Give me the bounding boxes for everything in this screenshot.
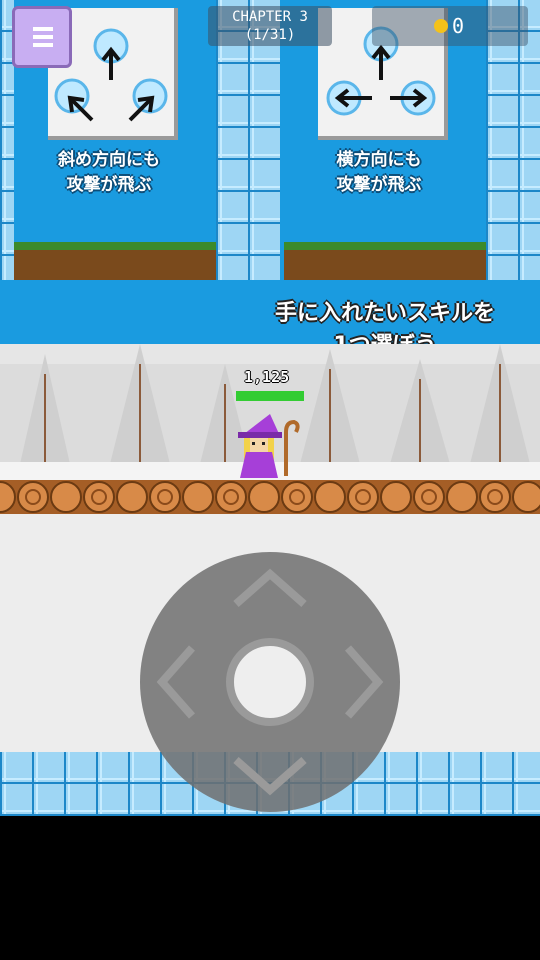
virtual-joystick[interactable] bbox=[140, 552, 400, 812]
coin-count: 0 bbox=[452, 14, 465, 38]
game-screen: 斜め方向にも 攻撃が飛ぶ 横方向にも 攻撃が飛ぶ 手に入れたいスキルを 1,12… bbox=[0, 0, 540, 816]
skill-label-line1: 斜め方向にも bbox=[58, 150, 160, 170]
hamburger-menu-icon bbox=[33, 27, 53, 31]
joystick-knob[interactable] bbox=[226, 638, 314, 726]
skill-label-line2: 攻撃が飛ぶ bbox=[66, 175, 152, 195]
menu-button[interactable] bbox=[12, 6, 72, 68]
player-hp-fill bbox=[236, 391, 304, 401]
grass-strip-left bbox=[14, 242, 216, 250]
chapter-label: CHAPTER 3 bbox=[232, 9, 308, 25]
dirt-platform-left bbox=[14, 250, 216, 280]
skill-description: 横方向にも 攻撃が飛ぶ bbox=[284, 148, 474, 198]
skill-description: 斜め方向にも 攻撃が飛ぶ bbox=[14, 148, 204, 198]
hamburger-menu-icon bbox=[33, 35, 53, 39]
player-hp-bar bbox=[236, 391, 304, 401]
dirt-platform-right bbox=[284, 250, 486, 280]
skill-label-line2: 攻撃が飛ぶ bbox=[336, 175, 422, 195]
skill-label-line1: 横方向にも bbox=[336, 150, 422, 170]
witch-character bbox=[232, 410, 304, 482]
log-floor bbox=[0, 480, 540, 514]
chapter-indicator: CHAPTER 3 (1/31) bbox=[208, 6, 332, 46]
player-hp-value: 1,125 bbox=[244, 368, 290, 386]
chapter-progress: (1/31) bbox=[244, 27, 296, 43]
hamburger-menu-icon bbox=[33, 43, 53, 47]
prompt-line1: 手に入れたいスキルを bbox=[274, 301, 495, 326]
grass-strip-right bbox=[284, 242, 486, 250]
coin-counter: 0 bbox=[372, 6, 528, 46]
coin-icon bbox=[434, 19, 448, 33]
